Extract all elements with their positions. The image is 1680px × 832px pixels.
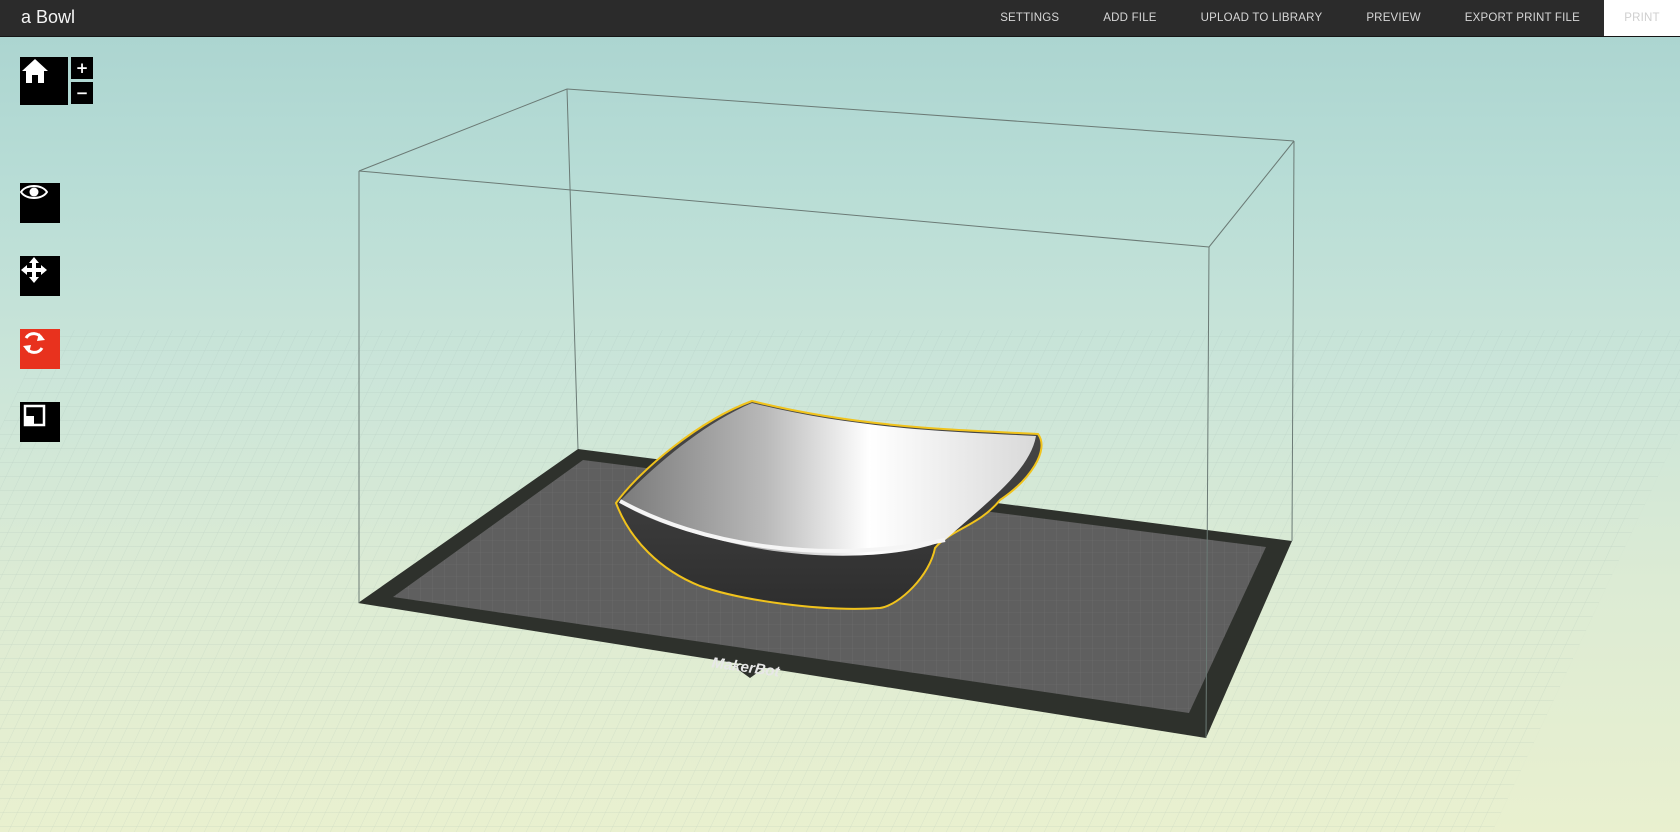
zoom-out-button[interactable]: − (71, 82, 93, 104)
upload-to-library-menu-item[interactable]: UPLOAD TO LIBRARY (1179, 0, 1345, 36)
home-button[interactable] (20, 57, 68, 105)
add-file-menu-item[interactable]: ADD FILE (1081, 0, 1178, 36)
settings-menu-item[interactable]: SETTINGS (978, 0, 1081, 36)
scene-canvas[interactable]: MakerBot (0, 37, 1680, 832)
app-title: a Bowl (21, 7, 76, 27)
move-arrows-icon (21, 257, 47, 283)
preview-menu-item[interactable]: PREVIEW (1344, 0, 1442, 36)
scale-icon (23, 404, 46, 427)
top-bar: a Bowl SETTINGS ADD FILE UPLOAD TO LIBRA… (0, 0, 1680, 37)
export-print-file-menu-item[interactable]: EXPORT PRINT FILE (1443, 0, 1602, 36)
scale-tool-button[interactable] (20, 402, 60, 442)
home-icon (22, 59, 48, 83)
rotate-icon (23, 332, 45, 354)
view-tool-button[interactable] (20, 183, 60, 223)
move-tool-button[interactable] (20, 256, 60, 296)
top-menu: SETTINGS ADD FILE UPLOAD TO LIBRARY PREV… (978, 0, 1680, 36)
3d-viewport[interactable]: MakerBot + − (0, 37, 1680, 832)
rotate-tool-button[interactable] (20, 329, 60, 369)
zoom-in-button[interactable]: + (71, 57, 93, 79)
print-button[interactable]: PRINT (1604, 0, 1680, 36)
eye-icon (20, 185, 48, 199)
